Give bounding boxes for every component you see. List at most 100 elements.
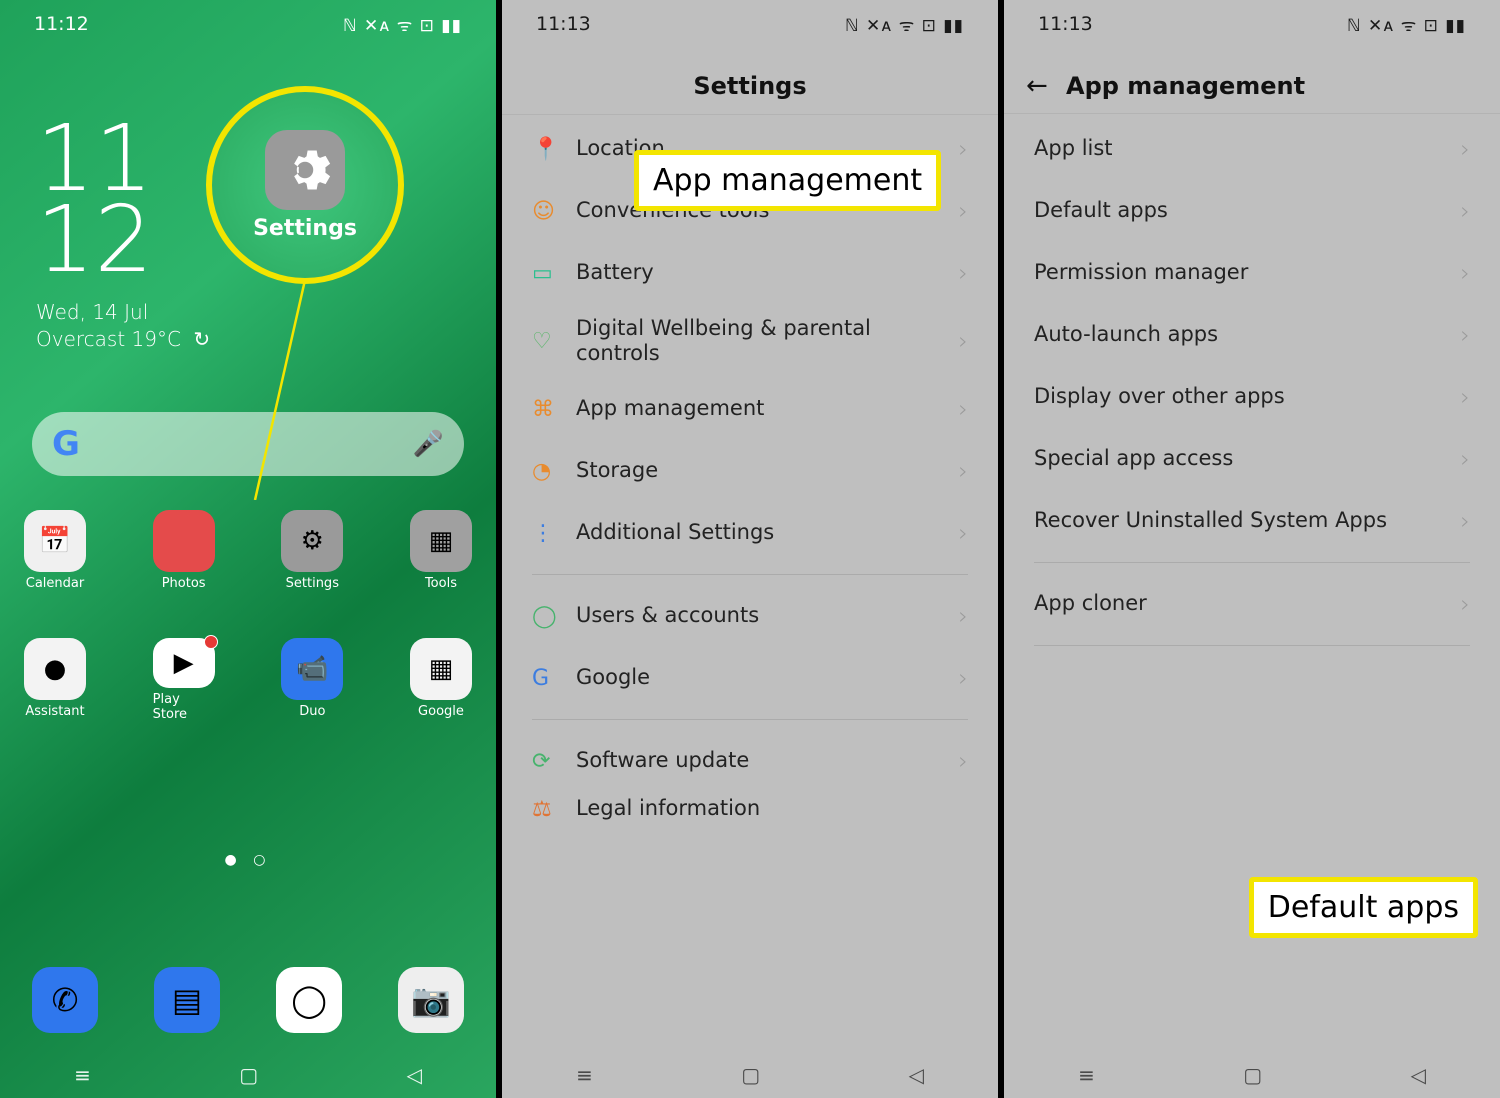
settings-row[interactable]: Recover Uninstalled System Apps› [1034, 490, 1470, 552]
page-title: App management [1066, 72, 1305, 100]
settings-row[interactable]: ◯Users & accounts› [532, 585, 968, 647]
home-icon-grid: 📅CalendarPhotos⚙Settings▦Tools ●Assistan… [24, 510, 472, 766]
row-icon: ⟳ [532, 749, 576, 774]
nav-home-icon[interactable]: ▢ [1243, 1063, 1262, 1087]
chevron-right-icon: › [1460, 135, 1470, 163]
app-label: Calendar [26, 576, 84, 591]
row-icon: ♡ [532, 329, 576, 354]
nav-recent-icon[interactable]: ≡ [1078, 1063, 1095, 1087]
app-tools[interactable]: ▦Tools [410, 510, 472, 594]
nav-back-icon[interactable]: ◁ [406, 1063, 421, 1087]
gear-icon [279, 144, 331, 196]
settings-list[interactable]: 📍Location›☺Convenience tools›▭Battery›♡D… [502, 118, 998, 1050]
settings-row[interactable]: Default apps› [1034, 180, 1470, 242]
app-icon: ⚙ [281, 510, 343, 572]
mic-icon[interactable]: 🎤 [413, 429, 444, 459]
settings-row[interactable]: ◔Storage› [532, 440, 968, 502]
settings-row[interactable]: Display over other apps› [1034, 366, 1470, 428]
settings-app-icon[interactable] [265, 130, 345, 210]
chevron-right-icon: › [958, 327, 968, 355]
dock-messages[interactable]: ▤ [154, 967, 220, 1033]
settings-row[interactable]: Special app access› [1034, 428, 1470, 490]
chevron-right-icon: › [958, 664, 968, 692]
app-settings[interactable]: ⚙ Settings [281, 510, 343, 594]
nav-back-icon[interactable]: ◁ [1410, 1063, 1425, 1087]
notification-dot-icon [204, 635, 218, 649]
app-icon: ▦ [410, 638, 472, 700]
app-icon [153, 510, 215, 572]
settings-row[interactable]: ⋮Additional Settings› [532, 502, 968, 564]
app-label: Tools [425, 576, 457, 591]
chevron-right-icon: › [1460, 445, 1470, 473]
row-icon: ◯ [532, 604, 576, 629]
chevron-right-icon: › [1460, 321, 1470, 349]
settings-row[interactable]: ⌘App management› [532, 378, 968, 440]
app-label: Photos [162, 576, 206, 591]
settings-row[interactable]: GGoogle› [532, 647, 968, 709]
row-icon: ☺ [532, 199, 576, 224]
status-bar: 11:13 ℕ ✕ᴀ ᯤ ⊡ ▮▮ [502, 0, 998, 42]
back-button[interactable]: ← [1020, 65, 1054, 107]
row-label: Default apps [1034, 198, 1460, 223]
home-date: Wed, 14 Jul [36, 300, 210, 324]
app-duo[interactable]: 📹Duo [281, 638, 343, 722]
section-divider [1034, 645, 1470, 646]
dock-phone[interactable]: ✆ [32, 967, 98, 1033]
row-label: App list [1034, 136, 1460, 161]
chevron-right-icon: › [958, 457, 968, 485]
settings-row[interactable]: App list› [1034, 118, 1470, 180]
row-label: App cloner [1034, 591, 1460, 616]
app-icon: ● [24, 638, 86, 700]
status-bar: 11:13 ℕ ✕ᴀ ᯤ ⊡ ▮▮ [1004, 0, 1500, 42]
settings-row[interactable]: ♡Digital Wellbeing & parental controls› [532, 304, 968, 378]
dock-camera[interactable]: 📷 [398, 967, 464, 1033]
row-icon: ⚖ [532, 797, 576, 822]
page-indicator: ● ○ [0, 852, 496, 868]
app-label: Settings [286, 576, 339, 591]
nav-home-icon[interactable]: ▢ [741, 1063, 760, 1087]
row-icon: ⌘ [532, 397, 576, 422]
dock-chrome[interactable]: ◯ [276, 967, 342, 1033]
row-icon: G [532, 666, 576, 691]
settings-row[interactable]: App cloner› [1034, 573, 1470, 635]
row-label: Special app access [1034, 446, 1460, 471]
status-icons: ℕ ✕ᴀ ᯤ ⊡ ▮▮ [343, 13, 462, 36]
app-icon: 📅 [24, 510, 86, 572]
chevron-right-icon: › [958, 747, 968, 775]
nav-recent-icon[interactable]: ≡ [576, 1063, 593, 1087]
refresh-icon[interactable]: ↻ [193, 327, 210, 351]
chevron-right-icon: › [1460, 383, 1470, 411]
nav-back-icon[interactable]: ◁ [908, 1063, 923, 1087]
app-google[interactable]: ▦Google [410, 638, 472, 722]
app-photos[interactable]: Photos [153, 510, 215, 594]
annotation-line-1 [225, 280, 385, 500]
app-label: Duo [299, 704, 325, 719]
settings-row[interactable]: ▭Battery› [532, 242, 968, 304]
nav-home-icon[interactable]: ▢ [239, 1063, 258, 1087]
row-label: Legal information [576, 796, 958, 821]
title-bar: Settings [502, 58, 998, 115]
chevron-right-icon: › [958, 519, 968, 547]
row-label: Battery [576, 260, 958, 285]
row-icon: ▭ [532, 261, 576, 286]
row-label: Users & accounts [576, 603, 958, 628]
chevron-right-icon: › [958, 135, 968, 163]
nav-bar: ≡ ▢ ◁ [0, 1052, 496, 1098]
home-screen: 11:12 ℕ ✕ᴀ ᯤ ⊡ ▮▮ 11 12 Wed, 14 Jul Over… [0, 0, 496, 1098]
settings-row[interactable]: Auto-launch apps› [1034, 304, 1470, 366]
settings-row[interactable]: ⟳Software update› [532, 730, 968, 792]
settings-row[interactable]: ⚖Legal information› [532, 792, 968, 826]
callout-app-management: App management [634, 150, 941, 211]
app-icon: ▶ [153, 638, 215, 688]
chevron-right-icon: › [1460, 197, 1470, 225]
home-clock: 11 12 Wed, 14 Jul Overcast 19°C ↻ [36, 118, 210, 351]
app-label: Assistant [25, 704, 84, 719]
nav-recent-icon[interactable]: ≡ [74, 1063, 91, 1087]
app-assistant[interactable]: ● Assistant [24, 638, 86, 722]
row-label: Recover Uninstalled System Apps [1034, 508, 1460, 533]
section-divider [532, 719, 968, 720]
app-play-store[interactable]: ▶Play Store [153, 638, 215, 722]
settings-highlight-circle[interactable]: Settings [206, 86, 404, 284]
settings-row[interactable]: Permission manager› [1034, 242, 1470, 304]
app-calendar[interactable]: 📅 Calendar [24, 510, 86, 594]
